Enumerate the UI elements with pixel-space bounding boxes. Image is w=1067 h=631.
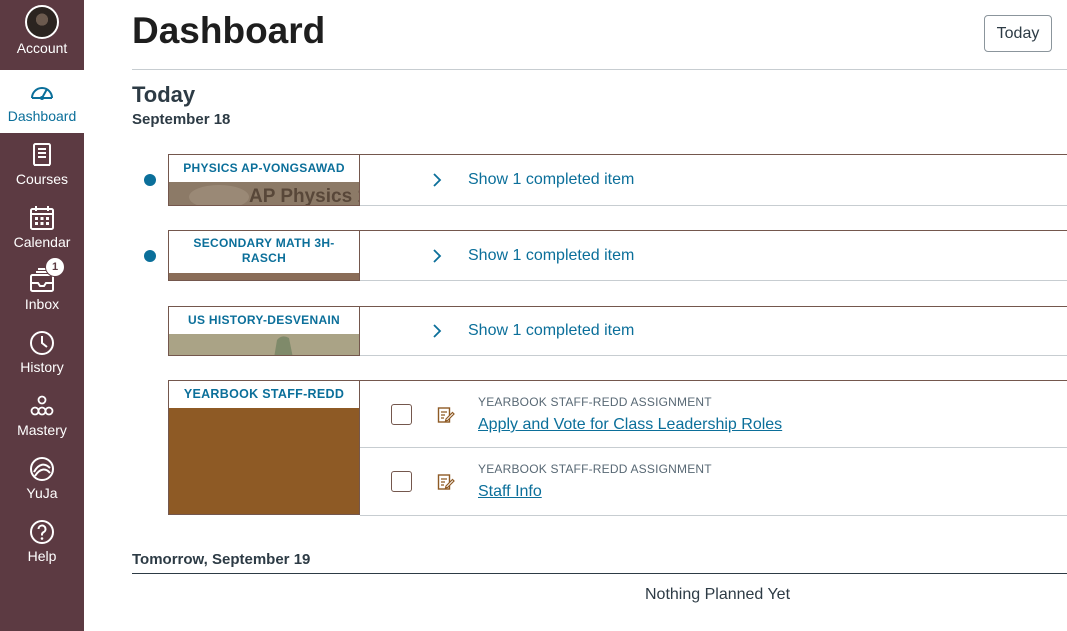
tomorrow-divider <box>132 573 1067 574</box>
nav-history-label: History <box>20 359 64 375</box>
course-tile-history[interactable]: US HISTORY-DESVENAIN <box>168 307 360 356</box>
assignment-link[interactable]: Staff Info <box>478 483 542 501</box>
header-divider <box>132 69 1067 70</box>
show-completed-label: Show 1 completed item <box>468 171 635 188</box>
show-completed-toggle[interactable]: Show 1 completed item <box>432 171 634 189</box>
chevron-right-icon <box>433 324 442 338</box>
global-nav-sidebar: Account Dashboard Courses Calendar 1 Inb… <box>0 0 84 631</box>
nav-help[interactable]: Help <box>0 510 84 573</box>
show-completed-label: Show 1 completed item <box>468 322 635 339</box>
planner-group-physics: AP Physics 1 PHYSICS AP-VONGSAWAD Show 1… <box>168 154 1067 206</box>
nav-courses[interactable]: Courses <box>0 133 84 196</box>
yuja-icon <box>27 454 57 484</box>
complete-checkbox[interactable] <box>391 471 412 492</box>
course-image <box>169 408 359 514</box>
nav-inbox-label: Inbox <box>24 296 60 312</box>
planner-item: YEARBOOK STAFF-REDD ASSIGNMENT Staff Inf… <box>360 448 1067 516</box>
planner-group-math: SECONDARY MATH 3H-RASCH Show 1 completed… <box>168 230 1067 281</box>
planner-items: YEARBOOK STAFF-REDD ASSIGNMENT Apply and… <box>360 381 1067 516</box>
page-title: Dashboard <box>132 10 326 51</box>
nav-courses-label: Courses <box>15 171 69 187</box>
course-name-label[interactable]: SECONDARY MATH 3H-RASCH <box>169 231 359 273</box>
show-completed-label: Show 1 completed item <box>468 247 635 264</box>
inbox-icon: 1 <box>27 257 65 295</box>
nav-mastery-label: Mastery <box>17 422 67 438</box>
nav-yuja[interactable]: YuJa <box>0 447 84 510</box>
chevron-right-icon <box>433 173 442 187</box>
nav-history[interactable]: History <box>0 321 84 384</box>
nav-dashboard-label: Dashboard <box>7 108 77 124</box>
nav-dashboard[interactable]: Dashboard <box>0 70 84 133</box>
course-tile-yearbook[interactable]: YEARBOOK STAFF-REDD <box>168 381 360 515</box>
course-image <box>169 334 359 355</box>
course-image: AP Physics 1 <box>169 181 359 205</box>
nav-yuja-label: YuJa <box>26 485 58 501</box>
completed-items-row: Show 1 completed item <box>360 231 1067 281</box>
nav-account-label: Account <box>16 40 68 56</box>
course-tile-physics[interactable]: AP Physics 1 PHYSICS AP-VONGSAWAD <box>168 155 360 206</box>
help-icon <box>27 517 57 547</box>
dashboard-icon <box>27 77 57 107</box>
assignment-link[interactable]: Apply and Vote for Class Leadership Role… <box>478 416 782 434</box>
nav-calendar[interactable]: Calendar <box>0 196 84 259</box>
nav-inbox[interactable]: 1 Inbox <box>0 257 84 321</box>
new-activity-indicator <box>144 174 156 186</box>
day-heading: Today <box>132 82 196 107</box>
planner-item: YEARBOOK STAFF-REDD ASSIGNMENT Apply and… <box>360 381 1067 448</box>
inbox-unread-badge: 1 <box>45 257 65 277</box>
calendar-icon <box>27 203 57 233</box>
avatar <box>25 5 59 39</box>
course-name-label[interactable]: YEARBOOK STAFF-REDD <box>169 381 359 408</box>
today-button[interactable]: Today <box>984 15 1052 52</box>
complete-checkbox[interactable] <box>391 404 412 425</box>
nav-calendar-label: Calendar <box>13 234 71 250</box>
course-tile-math[interactable]: SECONDARY MATH 3H-RASCH <box>168 231 360 281</box>
course-image <box>169 273 359 280</box>
assignment-icon <box>437 474 455 490</box>
tomorrow-heading: Tomorrow, September 19 <box>132 551 311 568</box>
completed-items-row: Show 1 completed item <box>360 307 1067 356</box>
nav-account[interactable]: Account <box>0 0 84 63</box>
planner-group-yearbook: YEARBOOK STAFF-REDD YEARBOOK STAFF-REDD … <box>168 380 1067 516</box>
chevron-right-icon <box>433 249 442 263</box>
item-course-type: YEARBOOK STAFF-REDD ASSIGNMENT <box>478 462 712 476</box>
course-image-caption: AP Physics 1 <box>249 186 359 206</box>
show-completed-toggle[interactable]: Show 1 completed item <box>432 247 634 265</box>
completed-items-row: Show 1 completed item <box>360 155 1067 206</box>
nav-help-label: Help <box>27 548 57 564</box>
item-course-type: YEARBOOK STAFF-REDD ASSIGNMENT <box>478 395 712 409</box>
history-icon <box>27 328 57 358</box>
day-date: September 18 <box>132 111 231 128</box>
nav-mastery[interactable]: Mastery <box>0 384 84 447</box>
mastery-icon <box>27 391 57 421</box>
course-name-label[interactable]: US HISTORY-DESVENAIN <box>169 307 359 334</box>
new-activity-indicator <box>144 250 156 262</box>
show-completed-toggle[interactable]: Show 1 completed item <box>432 322 634 340</box>
course-name-label[interactable]: PHYSICS AP-VONGSAWAD <box>169 155 359 182</box>
courses-icon <box>27 140 57 170</box>
assignment-icon <box>437 407 455 423</box>
nothing-planned-text: Nothing Planned Yet <box>645 586 791 603</box>
planner-group-history: US HISTORY-DESVENAIN Show 1 completed it… <box>168 306 1067 356</box>
